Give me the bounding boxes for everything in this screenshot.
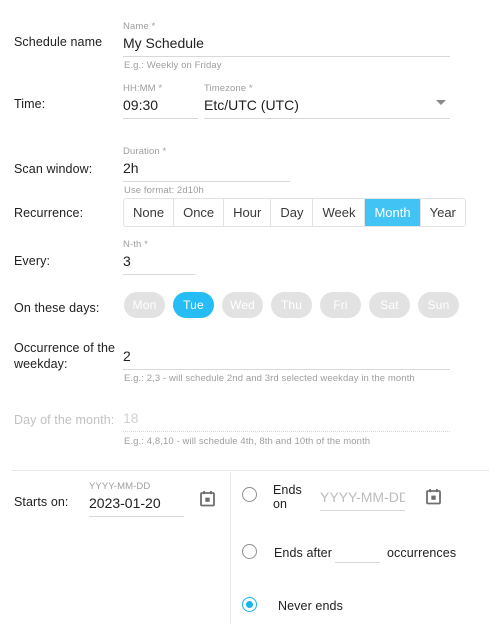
occurrences-label: occurrences	[387, 546, 457, 560]
time-hhmm-underline	[123, 118, 198, 119]
day-chip-sun[interactable]: Sun	[418, 292, 459, 318]
recurrence-option-none[interactable]: None	[124, 199, 175, 226]
timezone-select[interactable]: Etc/UTC (UTC)	[204, 94, 450, 115]
recurrence-option-week[interactable]: Week	[313, 199, 366, 226]
radio-never-ends[interactable]	[242, 597, 257, 612]
radio-ends-on[interactable]	[242, 487, 257, 502]
scan-window-field-label: Duration *	[123, 146, 167, 157]
recurrence-option-once[interactable]: Once	[174, 199, 225, 226]
recurrence-option-hour[interactable]: Hour	[224, 199, 272, 226]
ends-on-date-underline	[320, 510, 405, 511]
starts-on-field-label: YYYY-MM-DD	[89, 481, 151, 492]
scan-window-label: Scan window:	[14, 162, 93, 176]
occurrence-of-weekday-underline	[123, 369, 450, 370]
occurrence-of-weekday-label: Occurrence of the weekday:	[14, 341, 116, 371]
time-hhmm-field[interactable]: HH:MM * 09:30	[123, 83, 198, 119]
day-chip-fri[interactable]: Fri	[320, 292, 361, 318]
every-underline	[123, 274, 195, 275]
schedule-form: Schedule name Name * My Schedule E.g.: W…	[0, 0, 501, 642]
schedule-name-field[interactable]: Name * My Schedule	[123, 21, 450, 57]
schedule-name-hint: E.g.: Weekly on Friday	[124, 60, 222, 71]
every-field-label: N-th *	[123, 239, 148, 250]
recurrence-option-month[interactable]: Month	[365, 199, 421, 226]
starts-on-underline	[89, 516, 184, 517]
occurrence-of-weekday-input[interactable]: 2	[123, 345, 450, 366]
never-ends-label: Never ends	[278, 599, 343, 613]
occurrence-of-weekday-field[interactable]: 2	[123, 345, 450, 370]
occurrence-of-weekday-hint: E.g.: 2,3 - will schedule 2nd and 3rd se…	[124, 373, 415, 384]
vertical-divider	[230, 472, 231, 624]
day-chip-sat[interactable]: Sat	[369, 292, 410, 318]
ends-after-count-input[interactable]	[335, 545, 380, 559]
recurrence-button-group[interactable]: None Once Hour Day Week Month Year	[123, 198, 466, 227]
scan-window-input[interactable]: 2h	[123, 157, 290, 178]
day-chip-tue[interactable]: Tue	[173, 292, 214, 318]
recurrence-option-day[interactable]: Day	[271, 199, 314, 226]
day-chip-group[interactable]: Mon Tue Wed Thu Fri Sat Sun	[124, 292, 459, 318]
every-nth-field[interactable]: N-th * 3	[123, 239, 195, 275]
time-hhmm-input[interactable]: 09:30	[123, 94, 198, 115]
scan-window-underline	[123, 181, 290, 182]
calendar-icon-ends-on[interactable]	[426, 489, 441, 505]
ends-on-label-line1: Ends	[273, 483, 302, 497]
day-of-month-label: Day of the month:	[14, 413, 115, 427]
schedule-name-field-label: Name *	[123, 21, 156, 32]
calendar-icon-starts-on[interactable]	[200, 491, 215, 507]
ends-after-label: Ends after	[274, 546, 332, 560]
timezone-field-label: Timezone *	[204, 83, 253, 94]
day-of-month-hint: E.g.: 4,8,10 - will schedule 4th, 8th an…	[124, 436, 371, 447]
starts-on-label: Starts on:	[14, 495, 69, 509]
section-divider	[12, 470, 489, 471]
every-input[interactable]: 3	[123, 250, 195, 271]
schedule-name-underline	[123, 56, 450, 57]
timezone-field[interactable]: Timezone * Etc/UTC (UTC)	[204, 83, 450, 119]
recurrence-option-year[interactable]: Year	[420, 199, 465, 226]
day-of-month-input: 18	[123, 410, 139, 426]
time-hhmm-field-label: HH:MM *	[123, 83, 163, 94]
ends-on-date-field[interactable]: YYYY-MM-DD	[320, 486, 405, 511]
time-label: Time:	[14, 97, 46, 111]
schedule-name-input[interactable]: My Schedule	[123, 32, 450, 53]
radio-ends-after[interactable]	[242, 544, 257, 559]
ends-after-count-underline	[335, 562, 380, 563]
scan-window-hint: Use format: 2d10h	[124, 185, 204, 196]
day-chip-thu[interactable]: Thu	[271, 292, 312, 318]
starts-on-field[interactable]: YYYY-MM-DD 2023-01-20	[89, 481, 184, 517]
timezone-underline	[204, 118, 450, 119]
ends-on-label: Ends on	[273, 483, 302, 511]
day-of-month-underline	[123, 431, 450, 432]
day-chip-wed[interactable]: Wed	[222, 292, 263, 318]
ends-on-label-line2: on	[273, 497, 288, 511]
starts-on-input[interactable]: 2023-01-20	[89, 492, 184, 513]
day-chip-mon[interactable]: Mon	[124, 292, 165, 318]
ends-on-date-input[interactable]: YYYY-MM-DD	[320, 486, 405, 507]
ends-after-count-field[interactable]	[335, 545, 380, 563]
chevron-down-icon[interactable]	[436, 100, 446, 105]
every-label: Every:	[14, 254, 51, 268]
day-of-month-field: 18	[123, 407, 450, 432]
recurrence-label: Recurrence:	[14, 206, 84, 220]
scan-window-duration-field[interactable]: Duration * 2h	[123, 146, 290, 182]
schedule-name-label: Schedule name	[14, 35, 103, 49]
on-these-days-label: On these days:	[14, 301, 100, 315]
